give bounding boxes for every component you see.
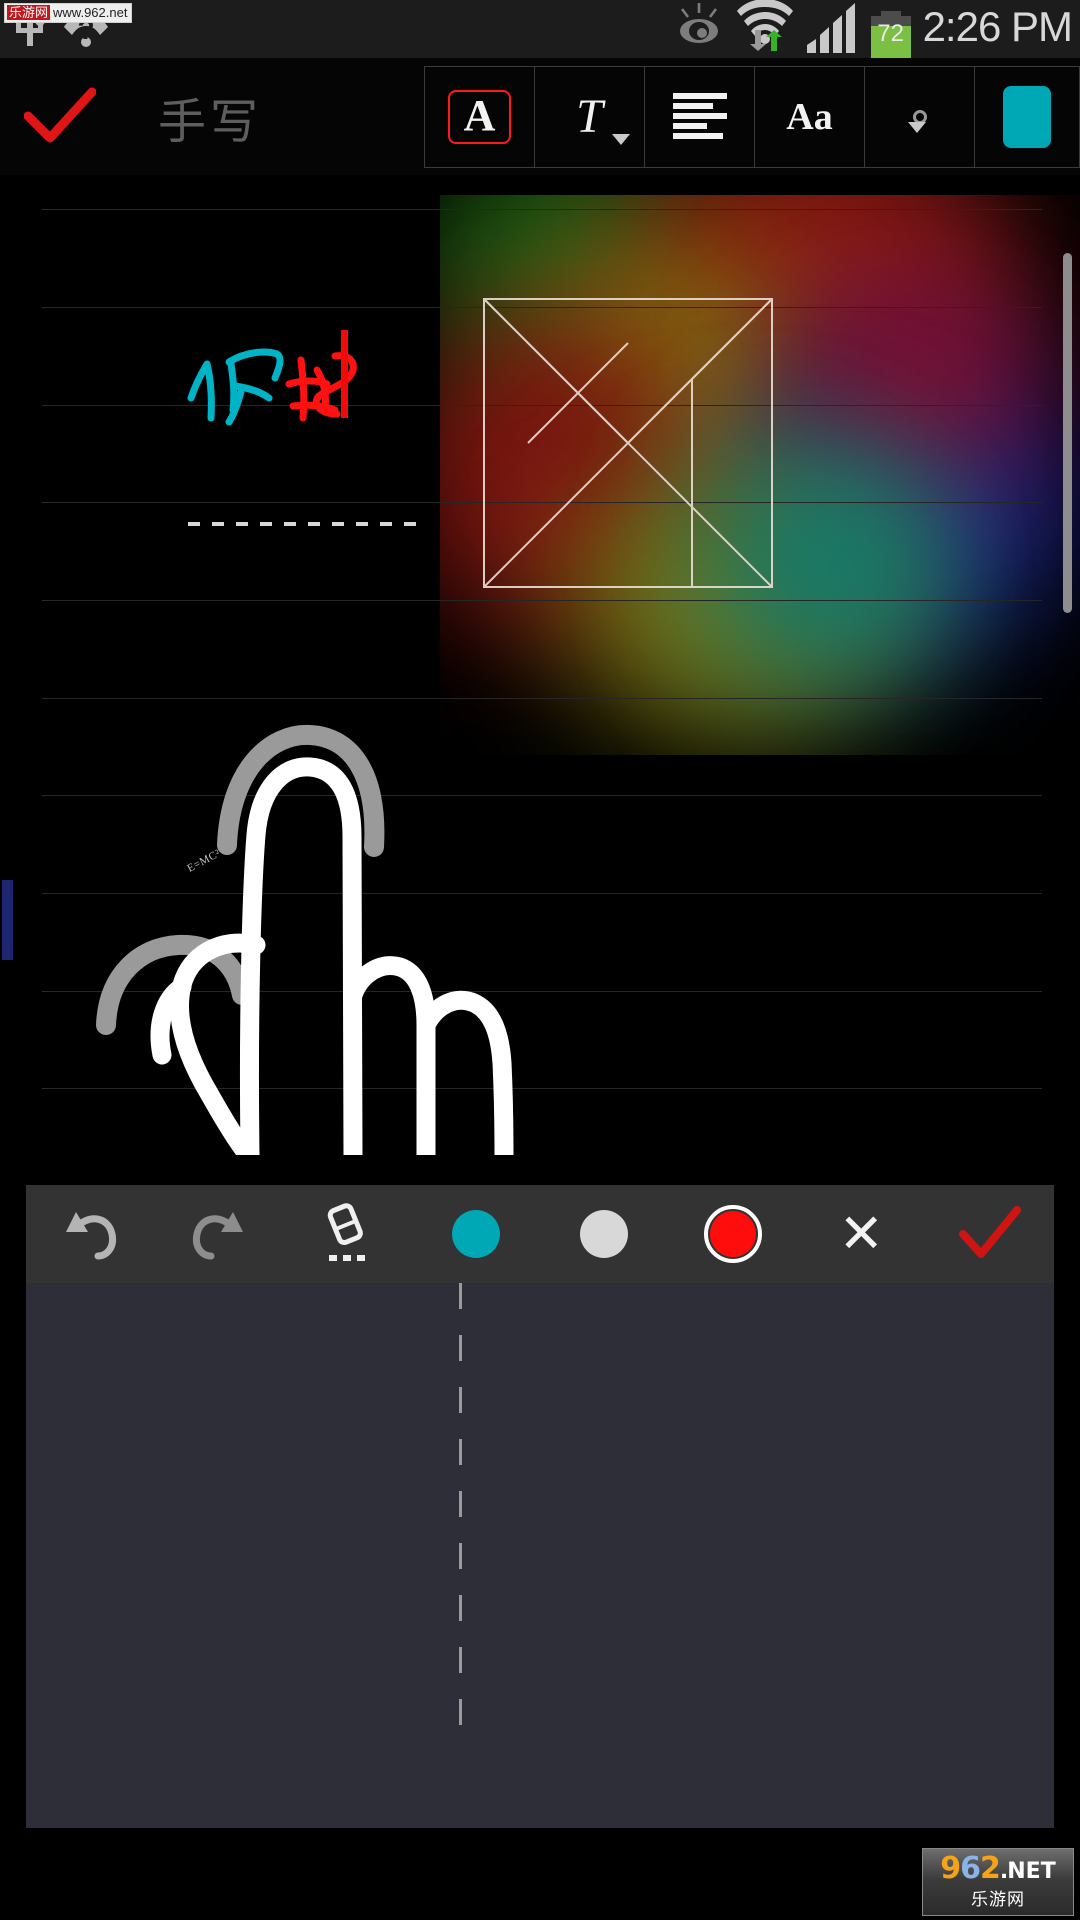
text-format-toolbar: A T Aa bbox=[424, 65, 1080, 168]
smart-stay-eye-icon bbox=[673, 1, 725, 58]
signal-bars-icon bbox=[805, 1, 859, 58]
handwriting-toolbar: ✕ bbox=[26, 1185, 1054, 1283]
battery-icon: 72 bbox=[870, 8, 911, 58]
align-lines-icon bbox=[672, 92, 727, 139]
wifi-icon bbox=[736, 0, 793, 58]
phone-screen: ? 72 2:26 PM 乐游网 www.962.net 手写 A T Aa E… bbox=[0, 0, 1080, 1920]
highlight-color-button[interactable] bbox=[975, 66, 1080, 167]
check-icon bbox=[958, 1206, 1021, 1258]
italic-t-icon: T bbox=[576, 90, 603, 143]
watermark-top: 乐游网 www.962.net bbox=[4, 3, 133, 23]
page-title: 手写 bbox=[158, 93, 263, 150]
watermark-bottom-cn: 乐游网 bbox=[971, 1889, 1025, 1910]
hand-drawing bbox=[96, 724, 514, 1155]
undo-arrow-icon bbox=[66, 1212, 117, 1260]
page-marker bbox=[2, 880, 13, 960]
font-size-button[interactable]: Aa bbox=[755, 66, 865, 167]
confirm-button[interactable] bbox=[926, 1185, 1055, 1283]
handwriting-preview bbox=[187, 348, 357, 426]
check-icon bbox=[24, 87, 96, 142]
status-bar: ? 72 2:26 PM bbox=[0, 0, 1080, 58]
watermark-top-url: www.962.net bbox=[53, 5, 128, 20]
color-swatch-frame bbox=[907, 109, 927, 133]
status-bar-clock: 2:26 PM bbox=[922, 3, 1073, 50]
handwriting-input-panel: ✕ 962.NET 乐游网 bbox=[0, 1185, 1080, 1920]
watermark-logo: 962.NET bbox=[940, 1850, 1056, 1886]
font-style-button[interactable]: T bbox=[535, 66, 645, 167]
status-bar-right-icons: 72 2:26 PM bbox=[673, 0, 1080, 58]
watermark-bottom: 962.NET 乐游网 bbox=[922, 1848, 1074, 1916]
letter-a-icon: A bbox=[447, 89, 512, 144]
eraser-button[interactable] bbox=[283, 1185, 412, 1283]
battery-percent: 72 bbox=[877, 20, 904, 47]
vertical-scrollbar[interactable] bbox=[1063, 253, 1072, 613]
done-button[interactable] bbox=[0, 86, 120, 148]
redo-button[interactable] bbox=[155, 1185, 284, 1283]
color-cyan-button[interactable] bbox=[412, 1185, 541, 1283]
redo-arrow-icon bbox=[192, 1212, 243, 1260]
font-size-icon: Aa bbox=[786, 95, 833, 138]
watermark-top-cn: 乐游网 bbox=[7, 5, 51, 20]
white-dot-icon bbox=[580, 1210, 629, 1258]
cyan-dot-icon bbox=[451, 1210, 500, 1258]
character-divider bbox=[459, 1283, 462, 1733]
color-red-button[interactable] bbox=[669, 1185, 798, 1283]
color-white-button[interactable] bbox=[540, 1185, 669, 1283]
text-caret bbox=[341, 330, 348, 418]
note-canvas[interactable]: E=MC² bbox=[0, 175, 1080, 1185]
text-color-button[interactable] bbox=[865, 66, 975, 167]
text-style-button[interactable]: A bbox=[425, 66, 535, 167]
eraser-icon bbox=[327, 1203, 366, 1261]
cancel-button[interactable]: ✕ bbox=[797, 1185, 926, 1283]
close-icon: ✕ bbox=[838, 1204, 884, 1264]
app-toolbar: 手写 A T Aa bbox=[0, 58, 1080, 175]
undo-button[interactable] bbox=[26, 1185, 155, 1283]
cyan-color-swatch bbox=[1003, 85, 1051, 148]
chevron-down-icon bbox=[612, 133, 630, 145]
align-button[interactable] bbox=[645, 66, 755, 167]
handwriting-drawing-area[interactable] bbox=[26, 1283, 1054, 1828]
red-dot-icon-selected bbox=[703, 1205, 762, 1263]
chevron-down-icon bbox=[907, 121, 926, 133]
preview-underline bbox=[188, 522, 416, 526]
